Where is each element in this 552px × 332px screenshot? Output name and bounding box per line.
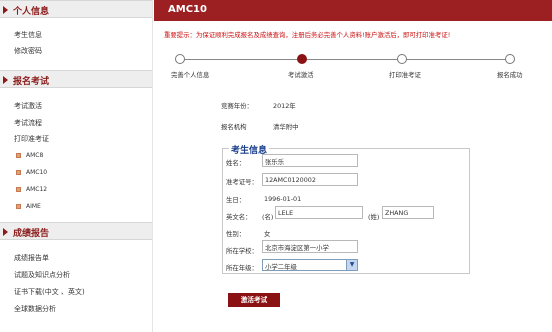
sidebar-item-question-analysis[interactable]: 试题及知识点分析 — [14, 270, 70, 280]
org-label: 报名机构 — [221, 123, 247, 131]
year-label: 竞赛年份： — [221, 102, 253, 110]
step-label-4: 报名成功 — [497, 71, 523, 79]
last-name-field[interactable]: ZHANG — [382, 206, 434, 219]
square-bullet-icon — [16, 170, 21, 175]
triangle-icon — [3, 6, 8, 14]
important-notice: 重要提示：为保证顺利完成报名及成绩查询，注册后务必完善个人资料!账户激活后，即可… — [164, 31, 451, 39]
gender-label: 性别： — [226, 230, 246, 238]
last-name-prefix: (姓) — [368, 213, 380, 221]
grade-select[interactable]: 小学二年级 ▼ — [262, 259, 358, 271]
step-dot-3 — [397, 54, 407, 64]
birth-label: 生日： — [226, 196, 246, 204]
sidebar-subitem-aime[interactable]: AIME — [16, 203, 41, 210]
chevron-down-icon: ▼ — [346, 260, 357, 270]
year-value: 2012年 — [273, 102, 296, 110]
org-value: 清华附中 — [273, 123, 299, 131]
sidebar: 个人信息 考生信息 修改密码 报名考试 考试激活 考试流程 打印准考证 AMC8… — [0, 0, 152, 332]
first-name-prefix: (名) — [262, 213, 274, 221]
section-header-exam: 报名考试 — [0, 70, 152, 88]
ticket-field[interactable]: 12AMC0120002 — [262, 173, 358, 186]
grade-label: 所在年级： — [226, 264, 258, 272]
ticket-label: 准考证号： — [226, 178, 258, 186]
page-title: AMC10 — [168, 4, 207, 15]
name-field[interactable]: 张乐乐 — [262, 154, 358, 167]
triangle-icon — [3, 228, 8, 236]
grade-selected-value: 小学二年级 — [265, 263, 297, 271]
sidebar-subitem-amc12[interactable]: AMC12 — [16, 186, 47, 193]
step-dot-4 — [505, 54, 515, 64]
sidebar-subitem-amc10[interactable]: AMC10 — [16, 169, 47, 176]
english-name-label: 英文名： — [226, 213, 252, 221]
progress-track — [180, 59, 510, 60]
section-header-personal: 个人信息 — [0, 0, 152, 18]
sidebar-item-certificate-download[interactable]: 证书下载(中文 、英文) — [14, 287, 85, 297]
step-dot-2-active — [297, 54, 307, 64]
sidebar-item-global-data[interactable]: 全球数据分析 — [14, 304, 56, 314]
section-title: 个人信息 — [13, 7, 50, 17]
sidebar-item-exam-process[interactable]: 考试流程 — [14, 118, 42, 128]
page-header: AMC10 — [154, 0, 552, 21]
triangle-icon — [3, 76, 8, 84]
school-field[interactable]: 北京市海淀区第一小学 — [262, 240, 358, 253]
section-title: 成绩报告 — [13, 229, 50, 239]
gender-value: 女 — [264, 230, 271, 238]
sidebar-item-activate-exam[interactable]: 考试激活 — [14, 101, 42, 111]
step-dot-1 — [175, 54, 185, 64]
section-title: 报名考试 — [13, 77, 50, 87]
sidebar-item-score-report[interactable]: 成绩报告单 — [14, 253, 49, 263]
section-header-report: 成绩报告 — [0, 222, 152, 240]
sidebar-item-change-password[interactable]: 修改密码 — [14, 46, 42, 56]
sidebar-divider — [152, 0, 153, 332]
sidebar-subitem-amc8[interactable]: AMC8 — [16, 152, 43, 159]
name-label: 姓名： — [226, 159, 246, 167]
sidebar-item-print-ticket[interactable]: 打印准考证 — [14, 134, 49, 144]
square-bullet-icon — [16, 204, 21, 209]
birth-value: 1996-01-01 — [264, 195, 302, 203]
step-label-3: 打印准考证 — [389, 71, 421, 79]
square-bullet-icon — [16, 153, 21, 158]
sidebar-item-candidate-info[interactable]: 考生信息 — [14, 30, 42, 40]
activate-exam-button[interactable]: 激活考试 — [228, 293, 280, 307]
square-bullet-icon — [16, 187, 21, 192]
school-label: 所在学校： — [226, 247, 258, 255]
first-name-field[interactable]: LELE — [275, 206, 363, 219]
step-label-1: 完善个人信息 — [171, 71, 210, 79]
step-label-2: 考试激活 — [288, 71, 314, 79]
